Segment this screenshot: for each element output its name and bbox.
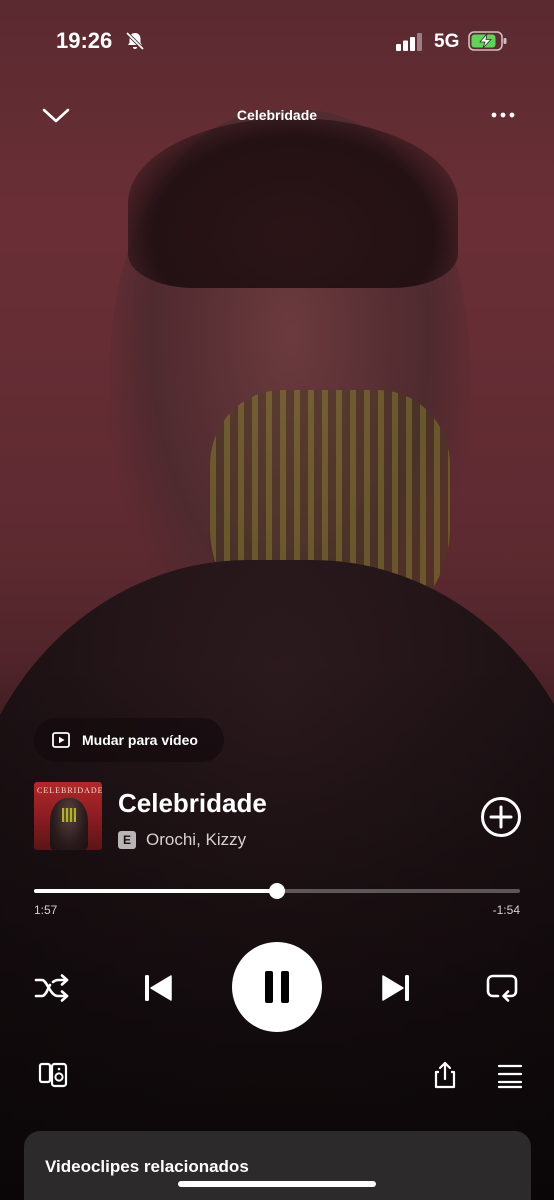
progress-bar[interactable] <box>34 883 520 899</box>
more-icon[interactable] <box>490 108 516 122</box>
cover-title: CELEBRIDADE <box>37 786 102 795</box>
queue-icon[interactable] <box>496 1062 524 1090</box>
bell-muted-icon <box>125 31 145 51</box>
status-time: 19:26 <box>56 28 113 53</box>
track-artists[interactable]: Orochi, Kizzy <box>146 830 246 850</box>
progress-handle[interactable] <box>269 883 285 899</box>
cover-mask-pattern <box>62 808 76 822</box>
explicit-badge: E <box>118 831 136 849</box>
related-videos-title: Videoclipes relacionados <box>45 1157 249 1176</box>
cover-figure <box>50 798 88 850</box>
previous-button[interactable] <box>138 970 178 1006</box>
battery-charging-icon <box>468 31 507 51</box>
switch-to-video-button[interactable]: Mudar para vídeo <box>34 718 224 762</box>
network-type: 5G <box>434 31 460 52</box>
switch-to-video-label: Mudar para vídeo <box>82 732 198 748</box>
play-square-icon <box>52 732 70 748</box>
connect-device-icon[interactable] <box>38 1060 68 1090</box>
next-button[interactable] <box>376 970 416 1006</box>
previous-icon <box>145 975 172 1001</box>
progress-fill <box>34 889 277 893</box>
signal-icon <box>396 33 422 51</box>
elapsed-time: 1:57 <box>34 903 58 917</box>
playback-controls <box>0 940 554 1036</box>
player-actions <box>0 1058 554 1094</box>
plus-circle-icon[interactable] <box>480 796 522 838</box>
repeat-button[interactable] <box>482 972 522 1004</box>
next-icon <box>382 975 409 1001</box>
pause-button[interactable] <box>232 942 322 1032</box>
album-cover[interactable]: CELEBRIDADE <box>34 782 102 850</box>
shuffle-icon <box>34 974 69 1002</box>
shuffle-button[interactable] <box>32 972 72 1004</box>
remaining-time: -1:54 <box>492 903 520 917</box>
share-icon[interactable] <box>430 1060 460 1090</box>
track-title[interactable]: Celebridade <box>118 788 267 819</box>
track-info: CELEBRIDADE Celebridade E Orochi, Kizzy <box>34 782 524 852</box>
status-bar: 19:26 5G <box>0 0 554 80</box>
repeat-icon <box>486 974 518 1002</box>
related-videos-panel[interactable]: Videoclipes relacionados <box>24 1131 531 1200</box>
home-indicator[interactable] <box>178 1181 376 1187</box>
player-header: Celebridade <box>0 96 554 136</box>
header-title: Celebridade <box>236 107 318 123</box>
track-meta: E Orochi, Kizzy <box>118 830 246 850</box>
pause-icon <box>265 971 289 1003</box>
